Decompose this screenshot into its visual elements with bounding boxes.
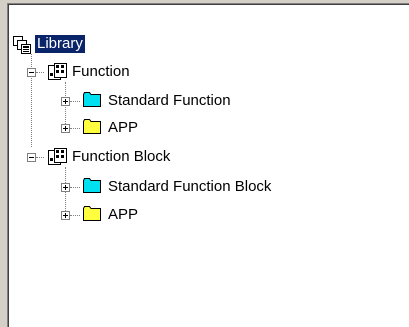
tree-node-label[interactable]: Library — [35, 35, 85, 53]
tree-connector — [70, 128, 80, 129]
tree-node-label[interactable]: Standard Function Block — [108, 178, 271, 196]
cyan-folder-icon — [83, 92, 101, 107]
cyan-folder-icon — [83, 178, 101, 193]
tree-node-label[interactable]: APP — [108, 119, 138, 137]
tree-connector — [70, 215, 80, 216]
expand-toggle[interactable] — [61, 124, 70, 133]
collapse-toggle[interactable] — [27, 153, 36, 162]
function-group-icon — [48, 148, 67, 165]
library-icon — [13, 36, 31, 54]
tree-node-label[interactable]: Standard Function — [108, 92, 231, 110]
yellow-folder-icon — [83, 206, 101, 221]
tree-node-label[interactable]: APP — [108, 206, 138, 224]
expand-toggle[interactable] — [61, 183, 70, 192]
tree-connector — [70, 101, 80, 102]
tree-connector — [36, 72, 44, 73]
expand-toggle[interactable] — [61, 97, 70, 106]
tree-connector — [70, 187, 80, 188]
panel-bevel-top-dark — [8, 4, 409, 5]
tree-node-label[interactable]: Function Block — [72, 148, 170, 166]
expand-toggle[interactable] — [61, 211, 70, 220]
tree-connector — [36, 157, 44, 158]
panel-bevel-left-dark — [8, 4, 9, 327]
collapse-toggle[interactable] — [27, 68, 36, 77]
function-group-icon — [48, 63, 67, 80]
panel-border-left — [0, 0, 7, 327]
yellow-folder-icon — [83, 119, 101, 134]
tree-node-label[interactable]: Function — [72, 63, 130, 81]
